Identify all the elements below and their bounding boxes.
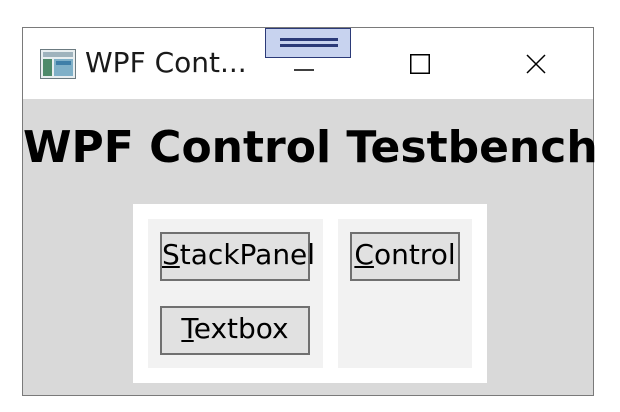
stackpanel-label: tackPanel [179,238,316,271]
wpf-app-icon [40,49,76,79]
control-access-key: C [354,238,374,271]
right-stack-panel: Control [338,219,472,368]
textbox-label: extbox [193,312,289,345]
textbox-access-key: T [181,312,194,345]
control-label: ontrol [373,238,456,271]
page-title: WPF Control Testbench [23,122,598,173]
window-title: WPF Cont... [85,46,247,79]
control-button[interactable]: Control [350,232,460,281]
minimize-icon [294,69,314,71]
app-window: WPF Cont... WPF Control Testbench StackP… [22,27,598,396]
stackpanel-button[interactable]: StackPanel [160,232,315,281]
minimize-button[interactable] [269,38,339,90]
textbox-button[interactable]: Textbox [160,306,310,355]
maximize-icon [410,54,430,74]
title-bar[interactable]: WPF Cont... [23,28,593,99]
stackpanel-access-key: S [162,238,180,271]
close-button[interactable] [501,38,571,90]
maximize-button[interactable] [385,38,455,90]
close-icon [526,54,546,74]
left-stack-panel: StackPanel Textbox [148,219,323,368]
control-panel: StackPanel Textbox Control [133,204,487,383]
